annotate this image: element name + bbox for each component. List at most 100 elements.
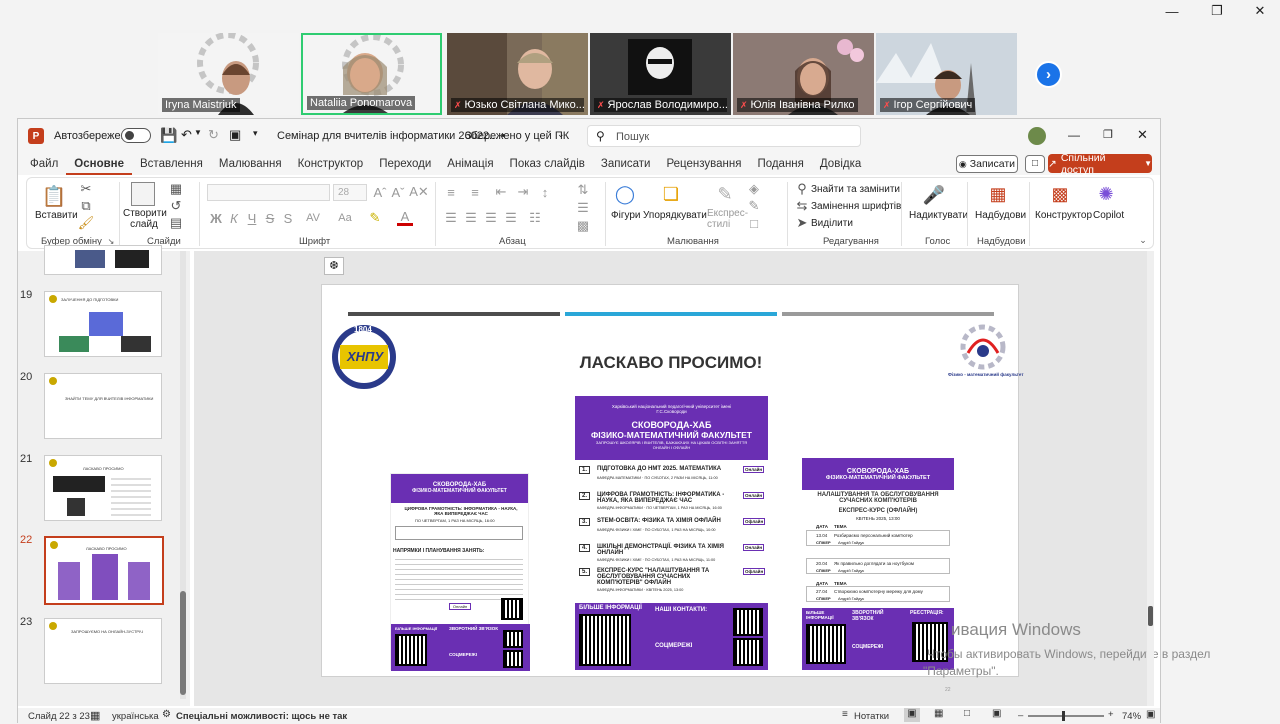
- designer-ideas-icon[interactable]: ❆: [324, 257, 344, 275]
- copilot-icon[interactable]: ✺: [1095, 182, 1117, 206]
- find-icon[interactable]: ⚲: [795, 181, 809, 196]
- slide-canvas[interactable]: 1804 ХНПУ Фізико - математичний факульте…: [321, 284, 1024, 693]
- smartart-icon[interactable]: ▩: [575, 218, 591, 234]
- slide-title[interactable]: ЛАСКАВО ПРОСИМО!: [566, 353, 776, 373]
- zoom-out-icon[interactable]: –: [1018, 710, 1023, 721]
- slide-thumbnail[interactable]: ЗАЛУЧЕННЯ ДО ПІДГОТОВКИ: [44, 291, 162, 357]
- normal-view-icon[interactable]: ▣: [904, 708, 920, 722]
- thumbnail-scrollbar[interactable]: [180, 251, 186, 699]
- new-slide-button[interactable]: Створити слайд: [123, 208, 167, 230]
- align-center-icon[interactable]: ☰: [463, 210, 479, 226]
- restore-icon[interactable]: ❐: [1103, 128, 1113, 141]
- reading-view-icon[interactable]: □: [964, 708, 970, 719]
- addins-button[interactable]: Надбудови: [975, 210, 1026, 221]
- italic-icon[interactable]: К: [227, 210, 241, 226]
- slide-thumbnail-selected[interactable]: ЛАСКАВО ПРОСИМО: [44, 536, 164, 605]
- language-indicator[interactable]: українська: [112, 711, 159, 722]
- bullets-icon[interactable]: ≡: [443, 184, 459, 200]
- numbering-icon[interactable]: ≡: [467, 184, 483, 200]
- decrease-indent-icon[interactable]: ⇤: [493, 184, 509, 200]
- tab-view[interactable]: Подання: [749, 153, 811, 175]
- shapes-icon[interactable]: ◯: [613, 182, 637, 206]
- shape-outline-icon[interactable]: ✎: [747, 198, 761, 213]
- quick-styles-button[interactable]: Експрес-стилі: [707, 208, 748, 230]
- zoom-in-icon[interactable]: +: [1108, 709, 1114, 720]
- align-left-icon[interactable]: ☰: [443, 210, 459, 226]
- autosave-toggle[interactable]: [121, 128, 151, 143]
- poster-center[interactable]: Харківський національний педагогічний ун…: [575, 396, 768, 670]
- increase-indent-icon[interactable]: ⇥: [515, 184, 531, 200]
- customize-toolbar-icon[interactable]: ▾: [253, 128, 258, 139]
- participant-tile[interactable]: ✗ Юзько Світлана Мико...: [447, 33, 588, 115]
- designer-icon[interactable]: ▩: [1049, 182, 1071, 206]
- dictate-button[interactable]: Надиктувати: [909, 210, 968, 221]
- shape-fill-icon[interactable]: ◈: [747, 181, 761, 196]
- find-replace-button[interactable]: Знайти та замінити: [811, 184, 900, 195]
- minimize-icon[interactable]: —: [1068, 128, 1080, 142]
- underline-icon[interactable]: Ч: [245, 210, 259, 226]
- spellcheck-icon[interactable]: ▦: [90, 709, 100, 722]
- format-painter-icon[interactable]: 🖌: [78, 215, 95, 230]
- participant-tile[interactable]: ✗ Ігор Сергійович: [876, 33, 1017, 115]
- editor-scrollbar[interactable]: [1147, 251, 1154, 706]
- tab-draw[interactable]: Малювання: [211, 153, 290, 175]
- poster-right[interactable]: СКОВОРОДА-ХАБ ФІЗИКО-МАТЕМАТИЧНИЙ ФАКУЛЬ…: [802, 458, 954, 670]
- tab-help[interactable]: Довідка: [812, 153, 869, 175]
- undo-dropdown-icon[interactable]: ▼: [194, 128, 202, 137]
- cut-icon[interactable]: ✂: [79, 181, 93, 196]
- next-page-button[interactable]: ›: [1035, 61, 1062, 88]
- shapes-button[interactable]: Фігури: [611, 210, 641, 221]
- align-text-icon[interactable]: ☰: [575, 200, 591, 216]
- slide-thumbnail[interactable]: [44, 245, 162, 275]
- tab-slideshow[interactable]: Показ слайдів: [502, 153, 593, 175]
- highlight-icon[interactable]: ✎: [367, 210, 383, 226]
- clear-format-icon[interactable]: A✕: [409, 184, 429, 200]
- justify-icon[interactable]: ☰: [503, 210, 519, 226]
- participant-tile[interactable]: ✗ Юлія Іванівна Рилко: [733, 33, 874, 115]
- save-status[interactable]: Збережено у цей ПК: [465, 130, 569, 142]
- reset-icon[interactable]: ↺: [169, 198, 183, 213]
- notes-icon[interactable]: ≡: [842, 709, 848, 720]
- bold-icon[interactable]: Ж: [209, 210, 223, 226]
- select-button[interactable]: Виділити: [811, 218, 853, 229]
- copy-icon[interactable]: ⧉: [79, 198, 93, 213]
- addins-icon[interactable]: ▦: [987, 182, 1009, 206]
- font-size-select[interactable]: 28: [333, 184, 367, 201]
- search-box[interactable]: ⚲ Пошук: [587, 125, 861, 147]
- fit-to-window-icon[interactable]: ▣: [1146, 709, 1155, 720]
- close-icon[interactable]: ✕: [1240, 0, 1280, 22]
- participant-tile-active-speaker[interactable]: Nataliia Ponomarova: [301, 33, 442, 115]
- arrange-button[interactable]: Упорядкувати: [643, 210, 707, 221]
- tab-transitions[interactable]: Переходи: [371, 153, 439, 175]
- change-case-icon[interactable]: Aa: [335, 210, 355, 226]
- notes-button[interactable]: Нотатки: [854, 711, 889, 722]
- paste-icon[interactable]: 📋: [41, 182, 67, 210]
- slideshow-view-icon[interactable]: ▣: [992, 708, 1001, 719]
- record-button[interactable]: ◉ Записати: [956, 155, 1018, 173]
- shadow-icon[interactable]: S: [281, 210, 295, 226]
- restore-icon[interactable]: ❐: [1197, 0, 1237, 22]
- tab-home[interactable]: Основне: [66, 153, 133, 175]
- tab-animations[interactable]: Анімація: [439, 153, 501, 175]
- replace-font-icon[interactable]: ⇆: [795, 198, 809, 213]
- copilot-button[interactable]: Copilot: [1093, 210, 1124, 221]
- close-icon[interactable]: ✕: [1137, 127, 1148, 143]
- accessibility-icon[interactable]: ⚙: [162, 709, 171, 720]
- slide-counter[interactable]: Слайд 22 з 23: [28, 711, 90, 722]
- arrange-icon[interactable]: ❏: [659, 182, 683, 206]
- align-right-icon[interactable]: ☰: [483, 210, 499, 226]
- slide-thumbnail[interactable]: ЗАПРОШУЄМО НА ОНЛАЙН-ЗУСТРІЧ: [44, 618, 162, 684]
- font-family-select[interactable]: [207, 184, 330, 201]
- undo-icon[interactable]: ↶: [181, 127, 192, 143]
- tab-insert[interactable]: Вставлення: [132, 153, 211, 175]
- participant-tile[interactable]: ✗ Ярослав Володимиро...: [590, 33, 731, 115]
- select-icon[interactable]: ➤: [795, 215, 809, 230]
- grow-font-icon[interactable]: Aˆ: [373, 184, 387, 200]
- tab-record[interactable]: Записати: [593, 153, 659, 175]
- tab-file[interactable]: Файл: [22, 153, 66, 175]
- present-icon[interactable]: ▣: [229, 127, 241, 143]
- slide-sorter-icon[interactable]: ▦: [934, 708, 943, 719]
- collapse-ribbon-icon[interactable]: ⌄: [1137, 234, 1149, 246]
- quick-styles-icon[interactable]: ✎: [713, 182, 737, 206]
- designer-button[interactable]: Конструктор: [1035, 210, 1092, 221]
